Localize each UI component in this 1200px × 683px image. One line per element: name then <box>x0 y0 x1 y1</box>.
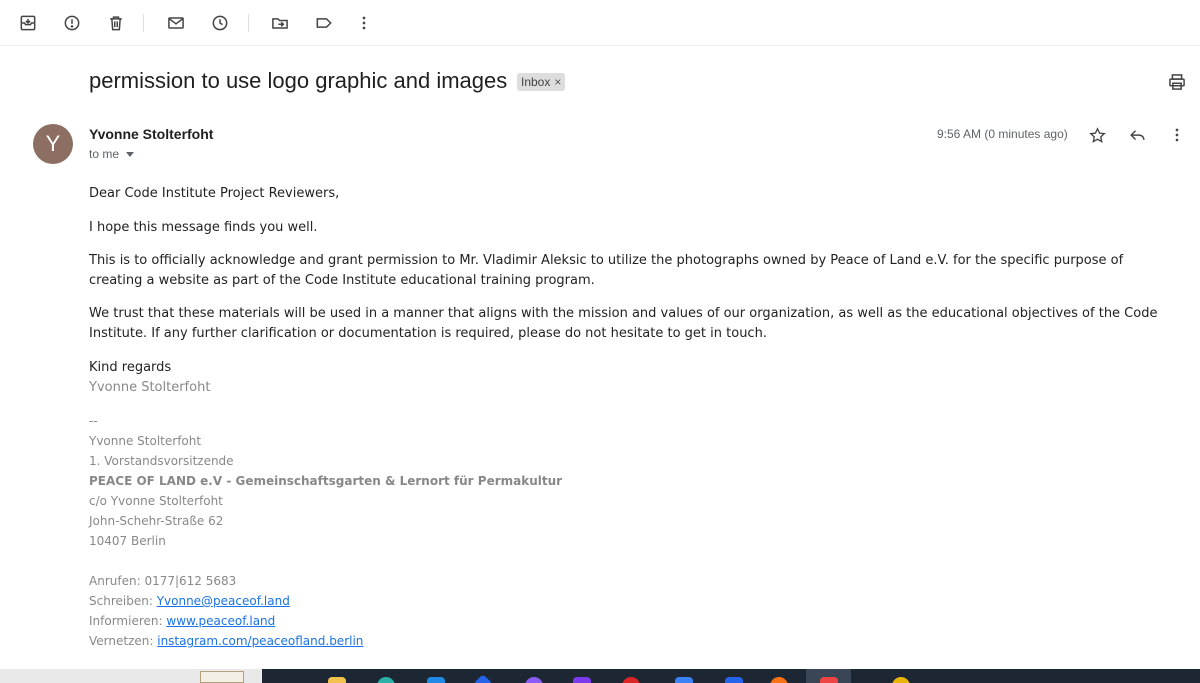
greeting: Dear Code Institute Project Reviewers, <box>89 186 340 201</box>
signature-email: Schreiben: Yvonne@peaceof.land <box>89 594 290 608</box>
message-toolbar <box>0 0 1200 46</box>
signature-web: Informieren: www.peaceof.land <box>89 614 276 628</box>
email-signature: -- Yvonne Stolterfoht 1. Vorstandsvorsit… <box>89 411 562 651</box>
file-explorer-icon[interactable] <box>328 677 346 683</box>
body-paragraph: We trust that these materials will be us… <box>89 306 1158 341</box>
more-options-icon[interactable] <box>1165 123 1189 147</box>
signature-separator: -- <box>89 414 98 428</box>
app-icon[interactable] <box>573 677 591 683</box>
signature-phone: Anrufen: 0177|612 5683 <box>89 574 237 588</box>
toolbar-divider <box>248 14 249 32</box>
signature-social: Vernetzen: instagram.com/peaceofland.ber… <box>89 634 364 648</box>
website-link[interactable]: www.peaceof.land <box>166 614 275 628</box>
app-icon[interactable] <box>473 674 493 683</box>
chip-label: Inbox <box>521 75 551 89</box>
email-link[interactable]: Yvonne@peaceof.land <box>157 594 290 608</box>
sender-name[interactable]: Yvonne Stolterfoht <box>89 126 213 142</box>
signature-care-of: c/o Yvonne Stolterfoht <box>89 494 223 508</box>
os-taskbar <box>0 669 1200 683</box>
phone-number: 0177|612 5683 <box>144 574 237 588</box>
taskbar-left-area <box>0 669 262 683</box>
closing-text: Kind regards <box>89 360 172 375</box>
star-icon[interactable] <box>1085 123 1109 147</box>
signature-name: Yvonne Stolterfoht <box>89 434 202 448</box>
label-icon[interactable] <box>312 11 336 35</box>
signature-organization: PEACE OF LAND e.V - Gemeinschaftsgarten … <box>89 474 563 488</box>
sender-avatar[interactable]: Y <box>33 124 73 164</box>
toolbar-divider <box>143 14 144 32</box>
body-paragraph: This is to officially acknowledge and gr… <box>89 253 1124 288</box>
email-timestamp: 9:56 AM (0 minutes ago) <box>937 127 1068 141</box>
report-spam-icon[interactable] <box>60 11 84 35</box>
inbox-label-chip[interactable]: Inbox × <box>517 73 566 91</box>
signature-role: 1. Vorstandsvorsitzende <box>89 454 234 468</box>
chip-remove-icon[interactable]: × <box>554 75 561 89</box>
closing: Kind regards Yvonne Stolterfoht <box>89 358 1159 398</box>
print-icon[interactable] <box>1165 70 1189 94</box>
instagram-link[interactable]: instagram.com/peaceofland.berlin <box>157 634 363 648</box>
delete-icon[interactable] <box>104 11 128 35</box>
recipient-label: to me <box>89 147 120 161</box>
window-thumbnail-icon[interactable] <box>200 671 244 683</box>
app-icon[interactable] <box>525 677 543 683</box>
move-to-icon[interactable] <box>268 11 292 35</box>
email-subject: permission to use logo graphic and image… <box>89 68 508 93</box>
app-icon[interactable] <box>675 677 693 683</box>
reply-icon[interactable] <box>1125 123 1149 147</box>
signature-street: John-Schehr-Straße 62 <box>89 514 224 528</box>
chevron-down-icon <box>126 152 135 157</box>
mark-unread-icon[interactable] <box>164 11 188 35</box>
body-line: I hope this message finds you well. <box>89 220 318 235</box>
snooze-icon[interactable] <box>208 11 232 35</box>
browser-icon[interactable] <box>622 677 640 683</box>
app-icon[interactable] <box>377 677 395 683</box>
signature-city: 10407 Berlin <box>89 534 166 548</box>
app-icon[interactable] <box>892 677 910 683</box>
closing-name: Yvonne Stolterfoht <box>89 380 211 395</box>
app-icon[interactable] <box>820 677 838 683</box>
archive-icon[interactable] <box>16 11 40 35</box>
vscode-icon[interactable] <box>725 677 743 683</box>
recipient-dropdown[interactable]: to me <box>89 147 135 161</box>
more-vert-icon[interactable] <box>352 11 376 35</box>
app-icon[interactable] <box>427 677 445 683</box>
app-icon[interactable] <box>770 677 788 683</box>
